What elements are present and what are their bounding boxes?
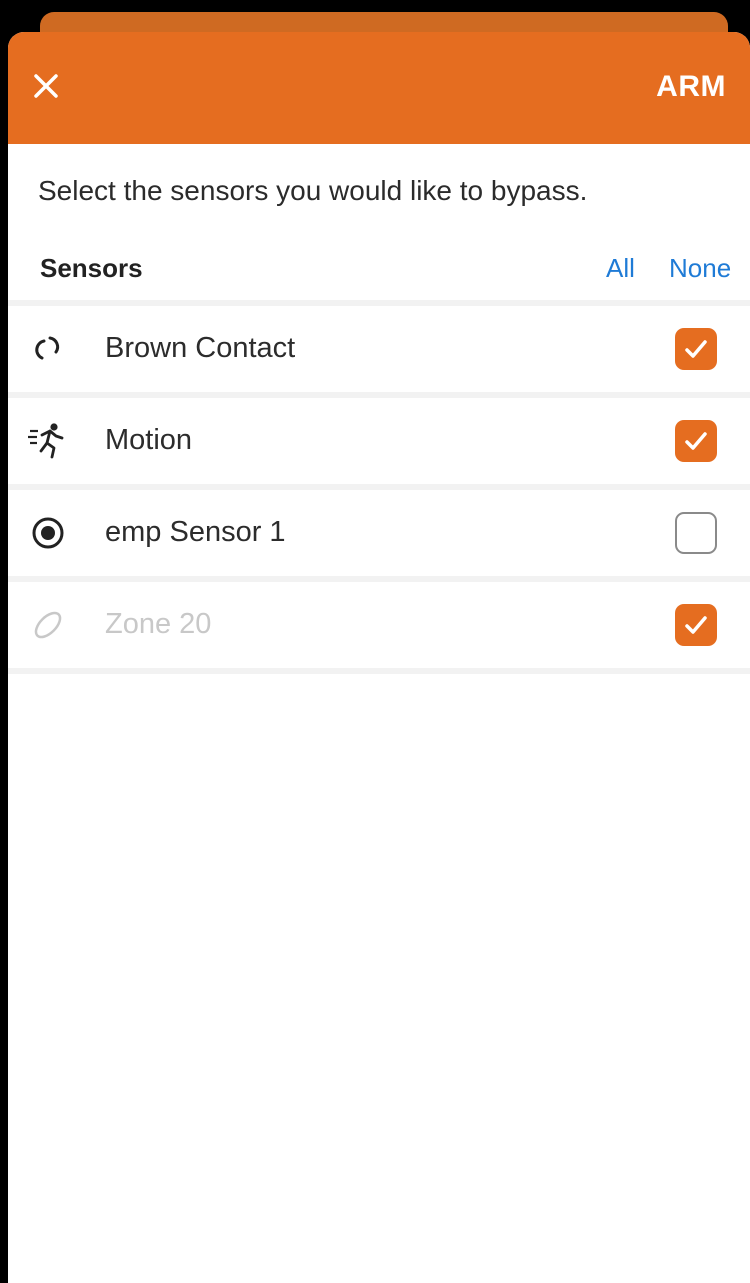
sensor-checkbox[interactable] (675, 604, 717, 646)
arm-button[interactable]: ARM (656, 70, 726, 104)
checkmark-icon (685, 432, 707, 450)
sensor-label: Zone 20 (105, 608, 212, 640)
sensor-row-brown-contact[interactable]: Brown Contact (8, 306, 750, 398)
select-none-link[interactable]: None (669, 253, 731, 284)
close-icon (34, 74, 58, 98)
sensor-row-motion[interactable]: Motion (8, 398, 750, 490)
select-all-link[interactable]: All (606, 253, 635, 284)
sensor-row-emp-sensor-1[interactable]: emp Sensor 1 (8, 490, 750, 582)
sensor-checkbox[interactable] (675, 420, 717, 462)
contact-link-icon (35, 336, 60, 360)
motion-running-icon (28, 423, 64, 459)
sensor-label: emp Sensor 1 (105, 516, 286, 548)
sensor-checkbox[interactable] (675, 328, 717, 370)
checkmark-icon (685, 340, 707, 358)
checkmark-icon (685, 616, 707, 634)
sensors-section-title: Sensors (40, 253, 143, 283)
header-bar: ARM (8, 32, 750, 144)
sensor-label: Motion (105, 424, 193, 456)
sensor-list: Brown Contact Motion emp Sensor 1 Zone 2… (8, 300, 750, 674)
sensor-label: Brown Contact (105, 332, 296, 364)
sensor-checkbox[interactable] (675, 512, 717, 554)
radio-dot-icon (32, 517, 64, 549)
bypass-sheet: ARM Select the sensors you would like to… (8, 32, 750, 1283)
zone-oval-icon (34, 611, 62, 639)
screen: ARM Select the sensors you would like to… (0, 0, 750, 1283)
sensor-row-zone-20[interactable]: Zone 20 (8, 582, 750, 674)
instructions-text: Select the sensors you would like to byp… (38, 175, 588, 206)
close-button[interactable] (24, 64, 68, 108)
